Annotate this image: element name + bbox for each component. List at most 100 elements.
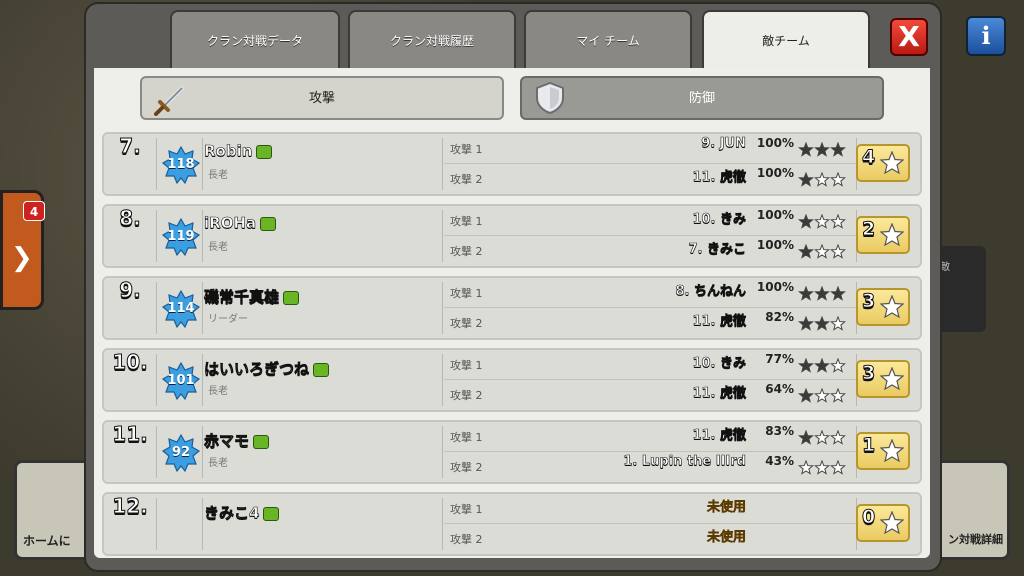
level-badge: 92	[162, 434, 200, 472]
star-empty-icon	[814, 460, 830, 475]
tab-enemy-team[interactable]: 敵チーム	[702, 10, 870, 68]
defense-toggle-button[interactable]: 防御	[520, 76, 884, 120]
player-name: 磯常千真雄	[204, 286, 300, 307]
attack-slot[interactable]: 攻撃 1 11. 虎徹 83%	[444, 424, 858, 452]
war-detail-label: ン対戦詳細	[948, 533, 1003, 546]
total-stars-box: 3	[856, 288, 910, 326]
attack-slot[interactable]: 攻撃 2 11. 虎徹 64%	[444, 382, 858, 410]
attack-label: 攻撃 1	[450, 431, 483, 444]
attack-slot[interactable]: 攻撃 1 10. きみ 100%	[444, 208, 858, 236]
attack-percent: 83%	[765, 424, 794, 438]
attack-percent: 43%	[765, 454, 794, 468]
star-filled-icon	[814, 286, 830, 301]
star-filled-icon	[798, 172, 814, 187]
divider	[156, 210, 157, 262]
attack-slot[interactable]: 攻撃 2 1. Lupin the IIIrd 43%	[444, 454, 858, 482]
total-stars-number: 1	[861, 434, 876, 457]
level-badge: 101	[162, 362, 200, 400]
player-row[interactable]: 7. 118 Robin 長老 攻撃 1 9. JUN 100% 攻撃 2 11…	[102, 132, 922, 196]
level-number: 119	[167, 229, 195, 244]
attack-percent: 77%	[765, 352, 794, 366]
attack-stars	[798, 388, 846, 403]
rank-number: 7.	[119, 134, 142, 159]
player-name-text: 赤マモ	[204, 432, 250, 451]
star-empty-icon	[830, 358, 846, 373]
attack-label: 攻撃 2	[450, 245, 483, 258]
player-name: 赤マモ	[204, 430, 270, 451]
star-empty-icon	[814, 244, 830, 259]
tab-war-data[interactable]: クラン対戦データ	[170, 10, 340, 68]
close-button[interactable]: X	[890, 18, 928, 56]
attack-stars	[798, 244, 846, 259]
star-filled-icon	[798, 214, 814, 229]
attack-slot[interactable]: 攻撃 2 11. 虎徹 100%	[444, 166, 858, 194]
total-stars-number: 3	[861, 362, 876, 385]
attack-slot[interactable]: 攻撃 1 未使用	[444, 496, 858, 524]
chat-icon	[263, 506, 280, 521]
player-row[interactable]: 12. きみこ4 攻撃 1 未使用 攻撃 2 未使用 0	[102, 492, 922, 556]
attack-label: 攻撃 2	[450, 317, 483, 330]
chat-icon	[256, 144, 273, 159]
attack-stars	[798, 142, 846, 157]
attack-slot[interactable]: 攻撃 2 7. きみこ 100%	[444, 238, 858, 266]
home-label: ホームに	[23, 534, 71, 548]
rank-number: 11.	[112, 422, 148, 447]
rank-number: 8.	[119, 206, 142, 231]
attack-percent: 82%	[765, 310, 794, 324]
attack-stars	[798, 316, 846, 331]
star-empty-icon	[814, 214, 830, 229]
attack-label: 攻撃 2	[450, 173, 483, 186]
rank-number: 10.	[112, 350, 148, 375]
shield-icon	[536, 81, 564, 115]
divider	[442, 498, 443, 550]
player-row[interactable]: 9. 114 磯常千真雄 リーダー 攻撃 1 8. ちんねん 100% 攻撃 2…	[102, 276, 922, 340]
attack-slot[interactable]: 攻撃 1 10. きみ 77%	[444, 352, 858, 380]
attack-target: 11. 虎徹	[692, 314, 746, 330]
tab-war-history[interactable]: クラン対戦履歴	[348, 10, 516, 68]
divider	[442, 138, 443, 190]
player-role: 長老	[208, 458, 228, 469]
attack-target: 未使用	[706, 500, 747, 516]
info-button[interactable]: i	[966, 16, 1006, 56]
divider	[442, 210, 443, 262]
divider	[156, 282, 157, 334]
player-role: リーダー	[208, 314, 248, 325]
divider	[442, 354, 443, 406]
star-filled-icon	[830, 286, 846, 301]
divider	[156, 354, 157, 406]
attack-label: 攻撃 2	[450, 533, 483, 546]
player-row[interactable]: 11. 92 赤マモ 長老 攻撃 1 11. 虎徹 83% 攻撃 2 1. Lu…	[102, 420, 922, 484]
content-area: 攻撃 防御 7. 118 Robin 長老 攻撃 1 9. JUN 100% 攻…	[94, 68, 930, 558]
enemy-side-card[interactable]: 敵	[936, 246, 986, 332]
attack-stars	[798, 532, 846, 548]
war-detail-button[interactable]: ン対戦詳細	[934, 460, 1010, 560]
star-empty-icon	[830, 460, 846, 475]
divider	[202, 426, 203, 478]
star-empty-icon	[814, 388, 830, 403]
attack-slot[interactable]: 攻撃 1 8. ちんねん 100%	[444, 280, 858, 308]
divider	[156, 426, 157, 478]
level-badge: 118	[162, 146, 200, 184]
attack-stars	[798, 502, 846, 518]
divider	[156, 138, 157, 190]
home-button[interactable]: ホームに	[14, 460, 92, 560]
attack-stars	[798, 214, 846, 229]
attack-slot[interactable]: 攻撃 2 未使用	[444, 526, 858, 554]
chat-icon	[313, 362, 330, 377]
level-number: 114	[167, 301, 195, 316]
player-row[interactable]: 8. 119 iROHa 長老 攻撃 1 10. きみ 100% 攻撃 2 7.…	[102, 204, 922, 268]
player-row[interactable]: 10. 101 はいいろぎつね 長老 攻撃 1 10. きみ 77% 攻撃 2 …	[102, 348, 922, 412]
star-filled-icon	[798, 244, 814, 259]
star-filled-icon	[830, 142, 846, 157]
attack-stars	[798, 172, 846, 187]
attack-target: 9. JUN	[701, 136, 746, 152]
attack-slot[interactable]: 攻撃 2 11. 虎徹 82%	[444, 310, 858, 338]
chevron-right-icon: ❯	[11, 243, 33, 273]
attack-slot[interactable]: 攻撃 1 9. JUN 100%	[444, 136, 858, 164]
attack-label: 攻撃 2	[450, 389, 483, 402]
attack-toggle-button[interactable]: 攻撃	[140, 76, 504, 120]
star-empty-icon	[814, 430, 830, 445]
attack-label: 攻撃 1	[450, 359, 483, 372]
tab-my-team[interactable]: マイ チーム	[524, 10, 692, 68]
side-expand-button[interactable]: 4 ❯	[0, 190, 45, 310]
